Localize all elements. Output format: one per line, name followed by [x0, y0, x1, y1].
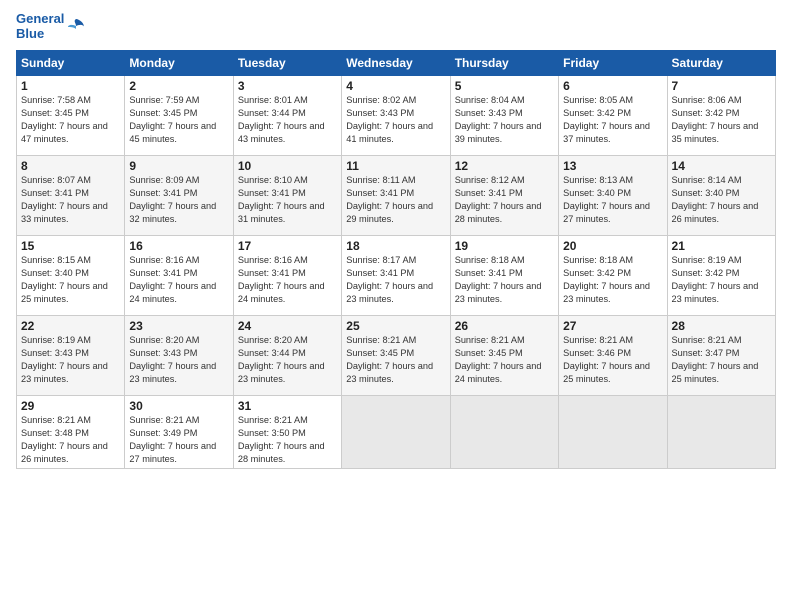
table-row: 24 Sunrise: 8:20 AM Sunset: 3:44 PM Dayl…	[233, 315, 341, 395]
empty-cell	[667, 395, 775, 469]
header-row: Sunday Monday Tuesday Wednesday Thursday…	[17, 50, 776, 75]
col-saturday: Saturday	[667, 50, 775, 75]
col-friday: Friday	[559, 50, 667, 75]
col-monday: Monday	[125, 50, 233, 75]
table-row: 8 Sunrise: 8:07 AM Sunset: 3:41 PM Dayli…	[17, 155, 125, 235]
table-row: 7 Sunrise: 8:06 AM Sunset: 3:42 PM Dayli…	[667, 75, 775, 155]
table-row: 28 Sunrise: 8:21 AM Sunset: 3:47 PM Dayl…	[667, 315, 775, 395]
col-sunday: Sunday	[17, 50, 125, 75]
table-row: 26 Sunrise: 8:21 AM Sunset: 3:45 PM Dayl…	[450, 315, 558, 395]
table-row: 19 Sunrise: 8:18 AM Sunset: 3:41 PM Dayl…	[450, 235, 558, 315]
logo-bird-icon	[66, 17, 86, 37]
header: General Blue	[16, 12, 776, 42]
table-row: 31 Sunrise: 8:21 AM Sunset: 3:50 PM Dayl…	[233, 395, 341, 469]
table-row: 25 Sunrise: 8:21 AM Sunset: 3:45 PM Dayl…	[342, 315, 450, 395]
table-row: 18 Sunrise: 8:17 AM Sunset: 3:41 PM Dayl…	[342, 235, 450, 315]
table-row: 23 Sunrise: 8:20 AM Sunset: 3:43 PM Dayl…	[125, 315, 233, 395]
table-row: 10 Sunrise: 8:10 AM Sunset: 3:41 PM Dayl…	[233, 155, 341, 235]
table-row: 15 Sunrise: 8:15 AM Sunset: 3:40 PM Dayl…	[17, 235, 776, 315]
table-row: 5 Sunrise: 8:04 AM Sunset: 3:43 PM Dayli…	[450, 75, 558, 155]
table-row: 2 Sunrise: 7:59 AM Sunset: 3:45 PM Dayli…	[125, 75, 233, 155]
calendar-page: General Blue Sunday Monday Tuesday Wedne…	[0, 0, 792, 612]
table-row: 15 Sunrise: 8:15 AM Sunset: 3:40 PM Dayl…	[17, 235, 125, 315]
col-wednesday: Wednesday	[342, 50, 450, 75]
table-row: 20 Sunrise: 8:18 AM Sunset: 3:42 PM Dayl…	[559, 235, 667, 315]
table-row: 6 Sunrise: 8:05 AM Sunset: 3:42 PM Dayli…	[559, 75, 667, 155]
table-row: 13 Sunrise: 8:13 AM Sunset: 3:40 PM Dayl…	[559, 155, 667, 235]
table-row: 11 Sunrise: 8:11 AM Sunset: 3:41 PM Dayl…	[342, 155, 450, 235]
table-row: 3 Sunrise: 8:01 AM Sunset: 3:44 PM Dayli…	[233, 75, 341, 155]
table-row: 21 Sunrise: 8:19 AM Sunset: 3:42 PM Dayl…	[667, 235, 775, 315]
table-row: 27 Sunrise: 8:21 AM Sunset: 3:46 PM Dayl…	[559, 315, 667, 395]
logo: General Blue	[16, 12, 86, 42]
table-row: 14 Sunrise: 8:14 AM Sunset: 3:40 PM Dayl…	[667, 155, 775, 235]
table-row: 8 Sunrise: 8:07 AM Sunset: 3:41 PM Dayli…	[17, 155, 776, 235]
col-thursday: Thursday	[450, 50, 558, 75]
table-row: 4 Sunrise: 8:02 AM Sunset: 3:43 PM Dayli…	[342, 75, 450, 155]
table-row: 22 Sunrise: 8:19 AM Sunset: 3:43 PM Dayl…	[17, 315, 125, 395]
table-row: 1 Sunrise: 7:58 AM Sunset: 3:45 PM Dayli…	[17, 75, 125, 155]
table-row: 9 Sunrise: 8:09 AM Sunset: 3:41 PM Dayli…	[125, 155, 233, 235]
table-row: 12 Sunrise: 8:12 AM Sunset: 3:41 PM Dayl…	[450, 155, 558, 235]
table-row: 29 Sunrise: 8:21 AM Sunset: 3:48 PM Dayl…	[17, 395, 125, 469]
table-row: 22 Sunrise: 8:19 AM Sunset: 3:43 PM Dayl…	[17, 315, 776, 395]
empty-cell	[559, 395, 667, 469]
col-tuesday: Tuesday	[233, 50, 341, 75]
empty-cell	[342, 395, 450, 469]
table-row: 17 Sunrise: 8:16 AM Sunset: 3:41 PM Dayl…	[233, 235, 341, 315]
empty-cell	[450, 395, 558, 469]
table-row: 30 Sunrise: 8:21 AM Sunset: 3:49 PM Dayl…	[125, 395, 233, 469]
table-row: 29 Sunrise: 8:21 AM Sunset: 3:48 PM Dayl…	[17, 395, 776, 469]
table-row: 1 Sunrise: 7:58 AM Sunset: 3:45 PM Dayli…	[17, 75, 776, 155]
table-row: 16 Sunrise: 8:16 AM Sunset: 3:41 PM Dayl…	[125, 235, 233, 315]
calendar-table: Sunday Monday Tuesday Wednesday Thursday…	[16, 50, 776, 470]
